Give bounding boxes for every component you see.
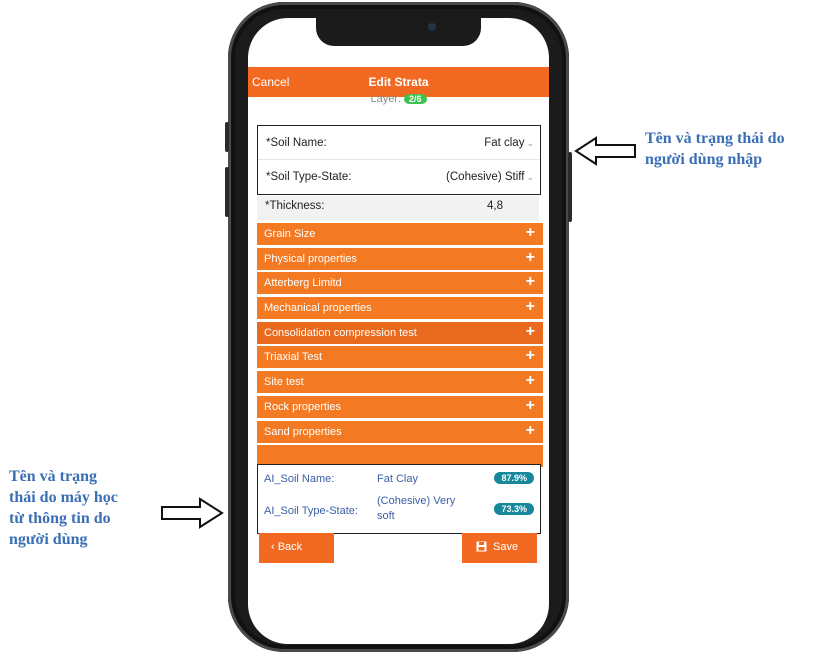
arrow-right-icon [161,497,224,529]
chevron-down-icon: ⌄ [526,138,534,148]
ai-soil-name-confidence-badge: 87.9% [494,472,534,484]
ai-soil-type-value-line2: soft [377,510,395,522]
save-button-label: Save [493,541,519,553]
section-label: Consolidation compression test [264,326,417,339]
save-icon [476,541,487,555]
plus-icon[interactable]: + [526,323,535,341]
notch [316,18,481,46]
left-annotation-line3: từ thông tin do [9,510,111,527]
plus-icon[interactable]: + [526,347,535,365]
plus-icon[interactable]: + [526,422,535,440]
plus-icon[interactable]: + [526,372,535,390]
soil-name-label: *Soil Name: [266,137,327,149]
thickness-field[interactable]: *Thickness: 4,8 [257,196,539,220]
back-button-label: ‹ Back [271,541,303,553]
section-physical-properties[interactable]: Physical properties + [257,247,543,270]
side-button-right [568,152,572,222]
section-label: Mechanical properties [264,302,372,315]
plus-icon[interactable]: + [526,397,535,415]
plus-icon[interactable]: + [526,273,535,291]
back-button[interactable]: ‹ Back [259,533,334,563]
thickness-label: *Thickness: [265,200,325,212]
section-grain-size[interactable]: Grain Size + [257,223,543,245]
ai-soil-name-label: AI_Soil Name: [264,473,335,485]
plus-icon[interactable]: + [526,298,535,316]
layer-label: Layer: [370,93,402,105]
chevron-down-icon: ⌄ [526,172,534,182]
phone-screen: Cancel Edit Strata Layer: 2/6 *Soil Name:… [248,18,549,644]
section-list: Grain Size + Physical properties + Atterbe… [257,223,543,468]
left-annotation-line2: thái do máy học [9,489,118,506]
plus-icon[interactable]: + [526,249,535,267]
ai-prediction-box: AI_Soil Name: Fat Clay 87.9% AI_Soil Typ… [257,464,541,534]
soil-name-value: Fat clay [484,137,525,149]
section-label: Site test [264,376,304,389]
section-mechanical-properties[interactable]: Mechanical properties + [257,297,543,320]
section-atterberg-limits[interactable]: Atterberg Limitd + [257,272,543,295]
arrow-left-icon [574,136,636,166]
section-sand-properties[interactable]: Sand properties + [257,420,543,443]
section-triaxial-test[interactable]: Triaxial Test + [257,346,543,369]
side-button-left-1 [225,122,229,152]
soil-type-select[interactable]: (Cohesive) Stiff ⌄ [446,171,534,183]
ai-soil-type-label: AI_Soil Type-State: [264,505,358,517]
left-annotation-line4: người dùng [9,531,88,548]
section-site-test[interactable]: Site test + [257,371,543,394]
soil-type-value: (Cohesive) Stiff [446,171,525,183]
layer-indicator: Layer: 2/6 [248,93,549,105]
section-label: Physical properties [264,252,357,265]
section-rock-properties[interactable]: Rock properties + [257,395,543,418]
soil-type-label: *Soil Type-State: [266,171,352,183]
left-annotation-line1: Tên và trạng [9,468,97,485]
soil-name-select[interactable]: Fat clay ⌄ [484,137,534,149]
page-title: Edit Strata [368,75,429,89]
phone-frame: Cancel Edit Strata Layer: 2/6 *Soil Name:… [225,2,572,652]
left-annotation: Tên và trạng thái do máy học từ thông ti… [9,466,118,550]
right-annotation: Tên và trạng thái do người dùng nhập [645,128,785,170]
user-input-box: *Soil Name: Fat clay ⌄ *Soil Type-State: … [257,125,541,195]
section-label: Triaxial Test [264,351,323,364]
section-label: Rock properties [264,400,342,413]
soil-name-field[interactable]: *Soil Name: Fat clay ⌄ [258,126,540,160]
thickness-value[interactable]: 4,8 [487,200,503,212]
plus-icon[interactable]: + [526,224,535,242]
save-button[interactable]: Save [462,533,537,563]
ai-soil-type-value-line1: (Cohesive) Very [377,495,456,507]
section-consolidation-test[interactable]: Consolidation compression test + [257,321,543,344]
side-button-left-2 [225,167,229,217]
soil-type-field[interactable]: *Soil Type-State: (Cohesive) Stiff ⌄ [258,160,540,193]
camera-icon [428,23,436,31]
right-annotation-line2: người dùng nhập [645,151,763,168]
section-label: Grain Size [264,228,316,240]
section-label: Sand properties [264,425,342,438]
section-label: Atterberg Limitd [264,277,342,290]
layer-badge: 2/6 [404,94,427,104]
right-annotation-line1: Tên và trạng thái do [645,130,785,147]
ai-soil-name-value: Fat Clay [377,473,418,485]
ai-soil-type-confidence-badge: 73.3% [494,503,534,515]
